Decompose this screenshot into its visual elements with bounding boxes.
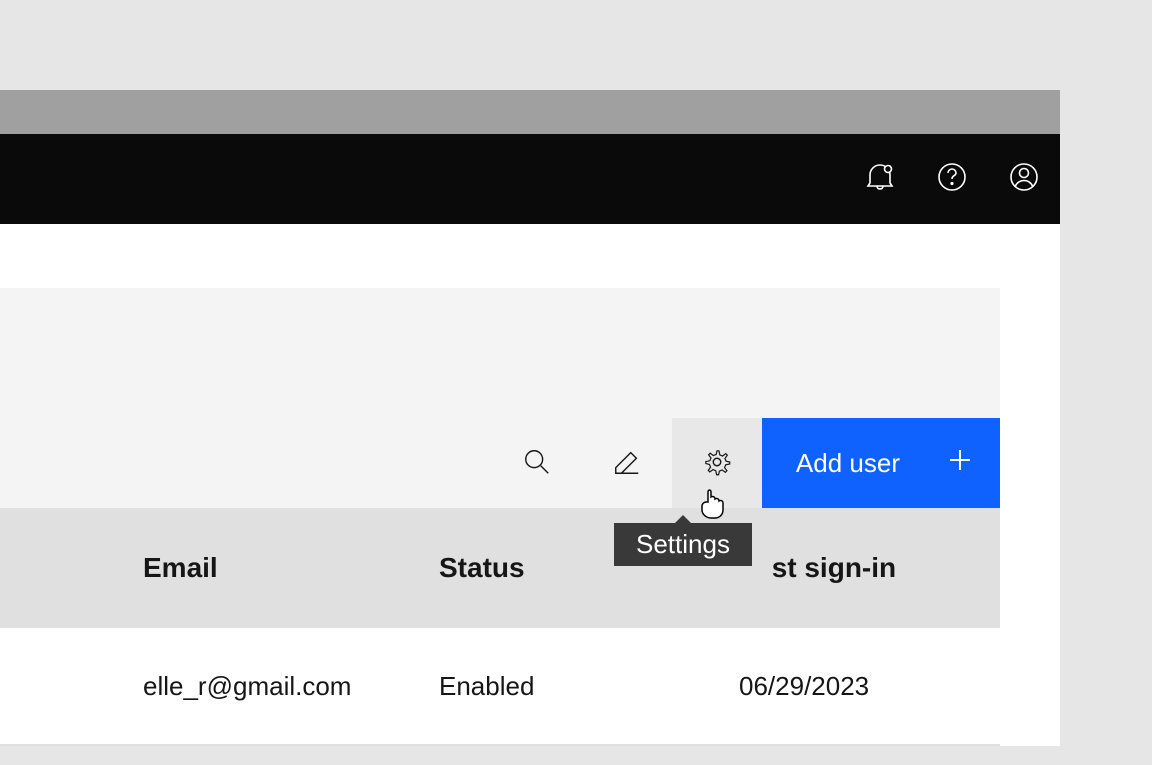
table-header: Email Status Last sign-in [0,508,1000,628]
plus-icon [948,448,972,479]
cell-status: Enabled [439,671,739,702]
edit-icon [612,447,642,480]
content-area: Add user Settings [0,224,1060,746]
window-chrome [0,90,1060,134]
add-user-label: Add user [796,448,900,479]
toolbar-actions: Add user [492,418,1000,508]
user-avatar-icon [1008,161,1040,198]
gear-icon [702,447,732,480]
column-header-last-signin[interactable]: Last sign-in [739,552,1000,584]
help-button[interactable] [934,161,970,197]
search-button[interactable] [492,418,582,508]
settings-button[interactable] [672,418,762,508]
column-header-status[interactable]: Status [439,552,739,584]
search-icon [522,447,552,480]
add-user-button[interactable]: Add user [762,418,1000,508]
content-header-space [0,224,1060,288]
column-header-email[interactable]: Email [143,552,439,584]
cell-last-signin: 06/29/2023 [739,671,1000,702]
help-icon [936,161,968,198]
notifications-button[interactable] [862,161,898,197]
window-frame: Add user Settings [0,90,1060,746]
bell-icon [864,161,896,198]
table-toolbar: Add user Settings [0,288,1000,508]
user-profile-button[interactable] [1006,161,1042,197]
cell-email: elle_r@gmail.com [143,671,439,702]
table-row[interactable]: elle_r@gmail.com Enabled 06/29/2023 [0,628,1000,746]
edit-button[interactable] [582,418,672,508]
top-bar [0,134,1060,224]
